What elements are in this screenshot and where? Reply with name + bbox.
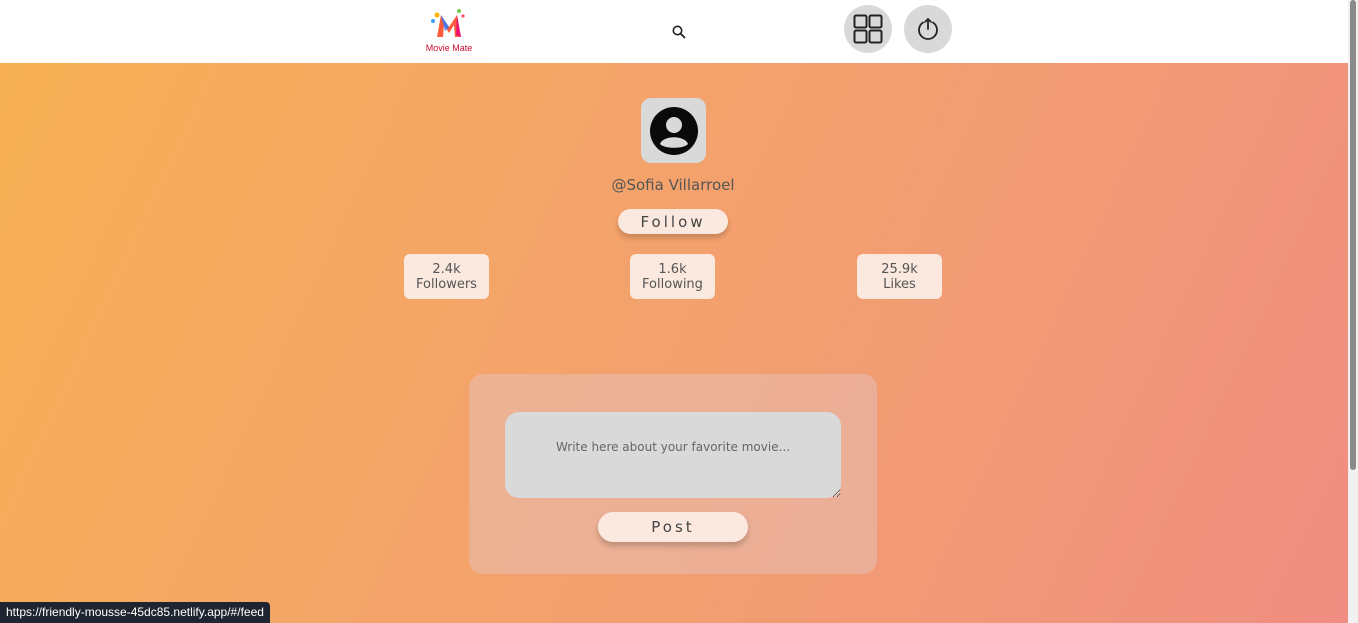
followers-stat[interactable]: 2.4k Followers [404,254,489,299]
followers-count: 2.4k [432,261,461,277]
profile-username: @Sofia Villarroel [611,176,735,194]
power-icon [918,18,938,40]
following-count: 1.6k [658,261,687,277]
following-stat[interactable]: 1.6k Following [630,254,715,299]
top-navbar: Movie Mate [0,0,1348,63]
likes-stat[interactable]: 25.9k Likes [857,254,942,299]
post-textarea[interactable] [505,412,841,498]
search-icon[interactable] [671,24,687,40]
scrollbar-thumb[interactable] [1350,0,1356,470]
logout-button[interactable] [904,5,952,53]
logo-text: Movie Mate [425,43,473,53]
followers-label: Followers [416,276,477,292]
user-avatar-icon [649,106,698,155]
likes-count: 25.9k [881,261,918,277]
following-label: Following [642,276,703,292]
page-scrollbar[interactable] [1348,0,1358,623]
link-status-bar: https://friendly-mousse-45dc85.netlify.a… [0,602,270,623]
likes-label: Likes [883,276,916,292]
logo-mark-icon [431,9,465,37]
grid-icon [853,14,883,44]
post-composer: Post [469,374,877,574]
post-button[interactable]: Post [598,512,748,542]
profile-page: @Sofia Villarroel Follow 2.4k Followers … [0,63,1348,623]
movie-mate-logo[interactable]: Movie Mate [421,7,477,55]
dashboard-button[interactable] [844,5,892,53]
profile-avatar [641,98,706,163]
follow-button[interactable]: Follow [618,209,728,234]
